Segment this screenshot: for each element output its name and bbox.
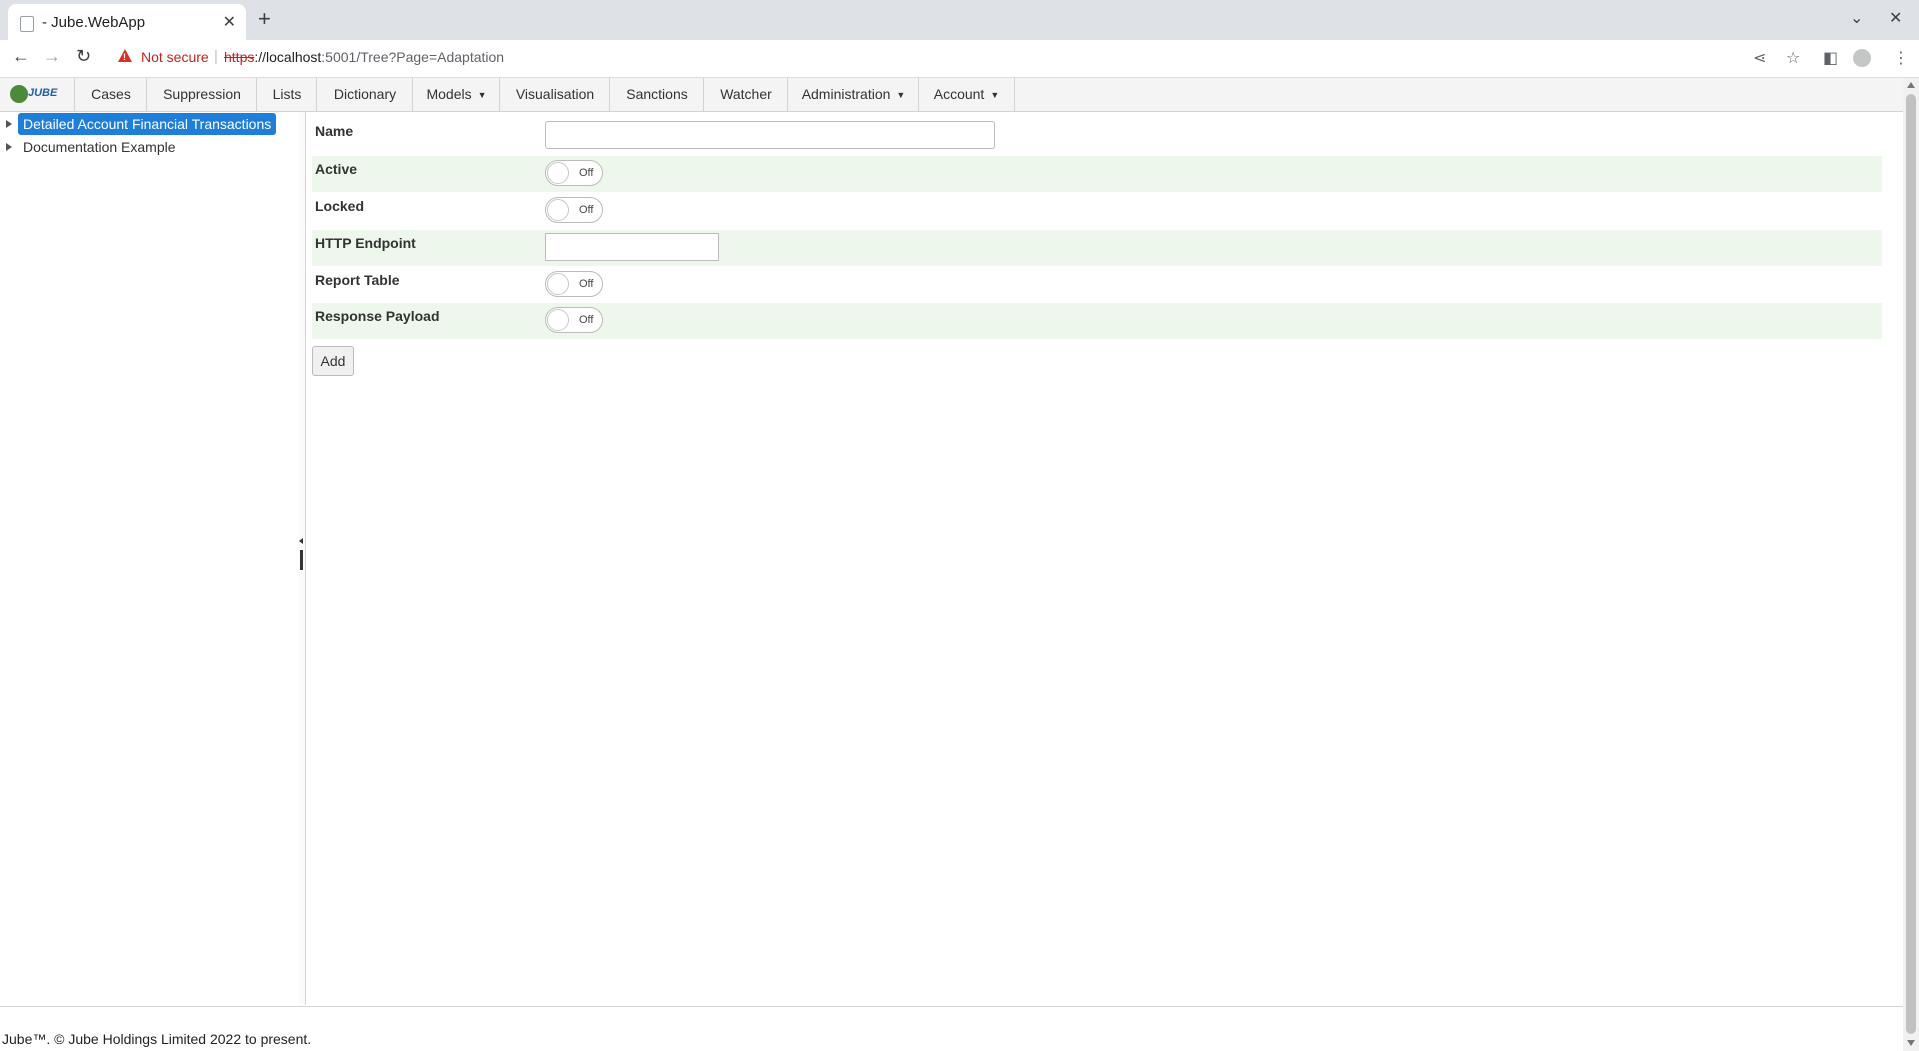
expand-arrow-icon[interactable] xyxy=(6,120,12,128)
locked-label: Locked xyxy=(315,198,365,214)
footer-copyright: Jube™. © Jube Holdings Limited 2022 to p… xyxy=(2,1031,312,1047)
browser-menu-icon[interactable]: ⋮ xyxy=(1893,48,1909,68)
tree-item-label[interactable]: Detailed Account Financial Transactions xyxy=(18,113,277,135)
locked-toggle[interactable]: Off xyxy=(545,197,603,223)
report-table-row: Report Table Off xyxy=(312,267,1882,303)
jube-logo[interactable]: JUBE xyxy=(10,85,57,103)
not-secure-label[interactable]: Not secure xyxy=(141,49,209,65)
nav-visualisation[interactable]: Visualisation xyxy=(499,78,610,111)
name-input[interactable] xyxy=(545,121,995,149)
browser-toolbar: ← → ↻ ! Not secure | https://localhost:5… xyxy=(0,40,1919,78)
nav-lists[interactable]: Lists xyxy=(256,78,317,111)
nav-administration[interactable]: Administration ▼ xyxy=(787,78,919,111)
expand-arrow-icon[interactable] xyxy=(6,143,12,151)
locked-row: Locked Off xyxy=(312,193,1882,229)
tab-close-icon[interactable]: ✕ xyxy=(223,12,236,32)
http-endpoint-row: HTTP Endpoint xyxy=(312,230,1882,266)
response-payload-row: Response Payload Off xyxy=(312,303,1882,339)
chevron-down-icon: ▼ xyxy=(477,90,487,100)
nav-watcher[interactable]: Watcher xyxy=(703,78,788,111)
page-favicon-icon xyxy=(20,16,34,32)
nav-dictionary[interactable]: Dictionary xyxy=(316,78,413,111)
collapse-arrow-icon[interactable] xyxy=(299,538,303,544)
add-button[interactable]: Add xyxy=(312,346,354,376)
splitter-grip[interactable] xyxy=(300,550,303,570)
nav-cases[interactable]: Cases xyxy=(74,78,147,111)
profile-avatar[interactable] xyxy=(1853,49,1871,67)
nav-models[interactable]: Models ▼ xyxy=(412,78,500,111)
share-icon[interactable]: ⋖ xyxy=(1753,48,1766,68)
chevron-down-icon: ▼ xyxy=(896,90,906,100)
report-table-toggle[interactable]: Off xyxy=(545,271,603,297)
page-scrollbar[interactable] xyxy=(1903,78,1919,1051)
report-table-label: Report Table xyxy=(315,272,400,288)
browser-tab[interactable]: - Jube.WebApp ✕ xyxy=(8,4,246,40)
nav-account[interactable]: Account ▼ xyxy=(918,78,1015,111)
logo-globe-icon xyxy=(10,85,28,103)
side-panel-icon[interactable]: ◧ xyxy=(1823,48,1838,68)
scroll-down-icon[interactable] xyxy=(1907,1040,1915,1046)
reload-icon[interactable]: ↻ xyxy=(76,46,91,67)
app-navbar: JUBE Cases Suppression Lists Dictionary … xyxy=(0,78,1903,112)
panel-splitter[interactable] xyxy=(299,112,306,1005)
scroll-up-icon[interactable] xyxy=(1907,82,1915,88)
browser-tab-strip: - Jube.WebApp ✕ + ⌄ ✕ xyxy=(0,0,1919,40)
name-row: Name xyxy=(312,118,1882,154)
tree-item[interactable]: Documentation Example xyxy=(6,136,181,158)
active-toggle[interactable]: Off xyxy=(545,160,603,186)
response-payload-label: Response Payload xyxy=(315,308,440,324)
tree-item-label[interactable]: Documentation Example xyxy=(18,136,181,158)
footer-divider xyxy=(0,1006,1903,1007)
active-row: Active Off xyxy=(312,156,1882,192)
tab-title: - Jube.WebApp xyxy=(42,14,146,31)
window-close-icon[interactable]: ✕ xyxy=(1889,8,1902,28)
chevron-down-icon: ▼ xyxy=(990,90,1000,100)
address-bar[interactable]: https://localhost:5001/Tree?Page=Adaptat… xyxy=(224,49,504,65)
response-payload-toggle[interactable]: Off xyxy=(545,307,603,333)
forward-icon[interactable]: → xyxy=(43,46,61,67)
tree-item[interactable]: Detailed Account Financial Transactions xyxy=(6,113,277,135)
scrollbar-thumb[interactable] xyxy=(1906,94,1916,1034)
name-label: Name xyxy=(315,123,354,139)
nav-suppression[interactable]: Suppression xyxy=(146,78,257,111)
tab-search-chevron-icon[interactable]: ⌄ xyxy=(1850,8,1863,28)
nav-sanctions[interactable]: Sanctions xyxy=(609,78,704,111)
model-tree: Detailed Account Financial Transactions … xyxy=(0,112,300,1005)
bookmark-star-icon[interactable]: ☆ xyxy=(1786,48,1800,68)
http-endpoint-label: HTTP Endpoint xyxy=(315,235,416,251)
new-tab-icon[interactable]: + xyxy=(258,6,271,32)
active-label: Active xyxy=(315,161,358,177)
http-endpoint-input[interactable] xyxy=(545,233,719,261)
back-icon[interactable]: ← xyxy=(12,46,30,67)
